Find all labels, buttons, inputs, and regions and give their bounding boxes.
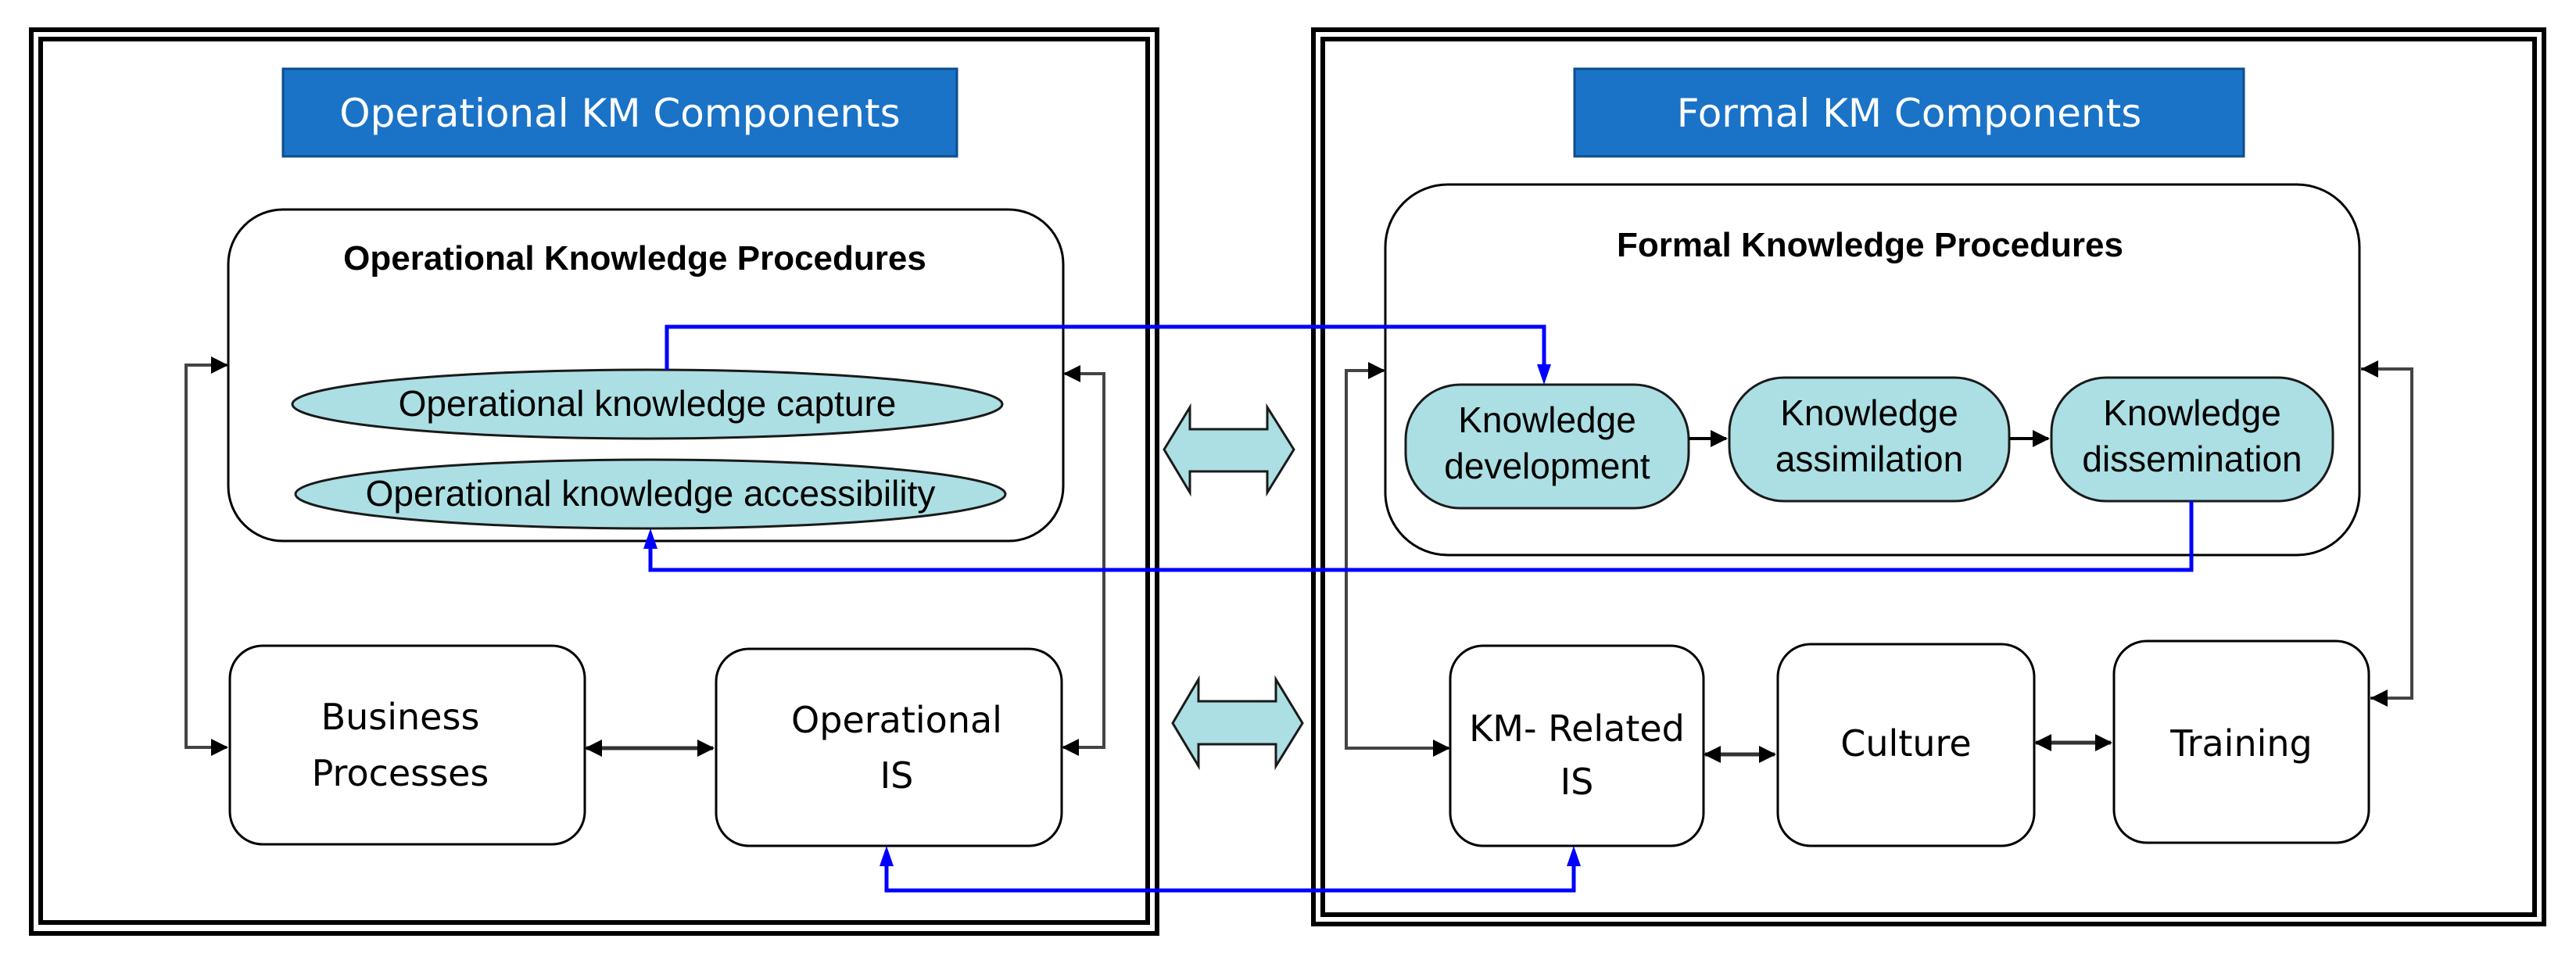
knowledge-development-node: Knowledge development [1404, 383, 1690, 510]
km-components-diagram: Operational KM Components Formal KM Comp… [29, 27, 2546, 936]
procedures-exchange-double-arrow [1163, 403, 1295, 497]
development-line2: development [1444, 446, 1650, 486]
left-feedback-connector [185, 356, 228, 756]
business-processes-line2: Processes [312, 752, 489, 794]
km-related-is-line2: IS [1560, 761, 1594, 803]
development-line1: Knowledge [1458, 399, 1636, 440]
capture-label: Operational knowledge capture [399, 383, 897, 424]
operational-is-km-is-connector [880, 846, 1581, 893]
operational-is-line1: Operational [791, 699, 1002, 741]
operational-knowledge-capture-node: Operational knowledge capture [291, 368, 1004, 440]
operational-is-line2: IS [880, 754, 914, 797]
operational-procedures-title: Operational Knowledge Procedures [343, 239, 926, 278]
dissemination-line1: Knowledge [2103, 392, 2281, 433]
right-op-feedback-connector [1062, 365, 1105, 756]
assimilation-line1: Knowledge [1780, 392, 1958, 433]
training-box: Training [2112, 639, 2370, 844]
business-processes-line1: Business [321, 696, 480, 738]
culture-label: Culture [1840, 722, 1971, 765]
formal-km-components-banner: Formal KM Components [1573, 67, 2245, 158]
operational-km-components-banner: Operational KM Components [281, 67, 958, 158]
km-related-is-line1: KM- Related [1469, 707, 1685, 750]
accessibility-label: Operational knowledge accessibility [366, 473, 936, 514]
formal-right-feedback-connector [2361, 360, 2413, 707]
knowledge-dissemination-node: Knowledge dissemination [2050, 376, 2334, 503]
operational-knowledge-accessibility-node: Operational knowledge accessibility [294, 458, 1007, 530]
operational-banner-label: Operational KM Components [339, 91, 900, 136]
systems-exchange-double-arrow [1171, 675, 1304, 771]
assimilation-line2: assimilation [1775, 439, 1963, 479]
training-label: Training [2169, 722, 2313, 765]
business-processes-box: Business Processes [228, 644, 586, 846]
culture-box: Culture [1776, 643, 2036, 847]
knowledge-assimilation-node: Knowledge assimilation [1728, 376, 2011, 503]
dissemination-line2: dissemination [2082, 439, 2302, 479]
formal-banner-label: Formal KM Components [1677, 91, 2142, 136]
formal-procedures-title: Formal Knowledge Procedures [1617, 226, 2123, 264]
operational-is-box: Operational IS [715, 647, 1063, 847]
km-related-is-box: KM- Related IS [1449, 644, 1705, 847]
